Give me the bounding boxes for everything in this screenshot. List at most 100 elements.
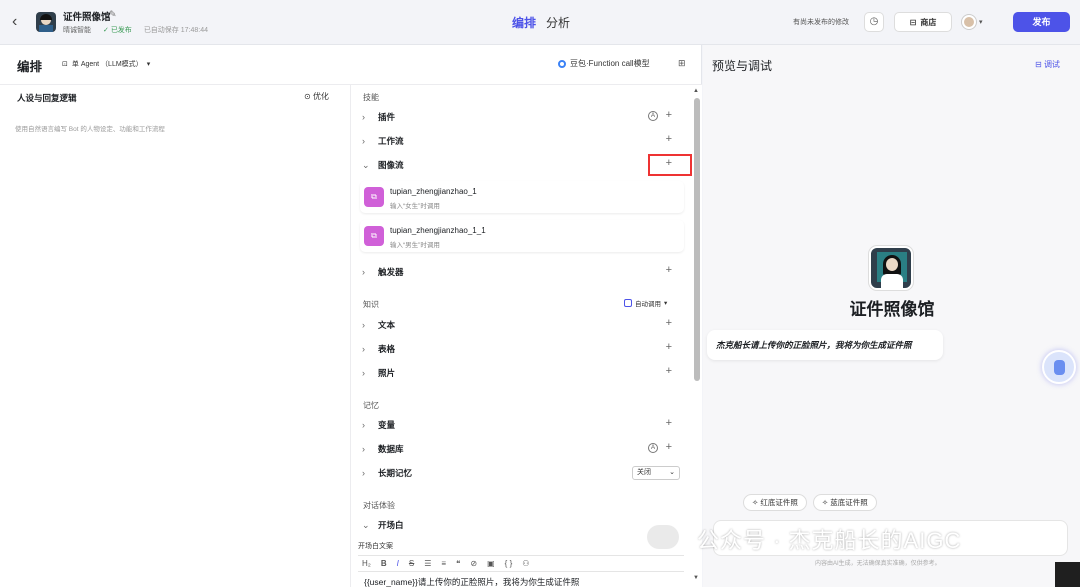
card-name: tupian_zhengjianzhao_1 [390,187,477,196]
floating-assistant-button[interactable] [1042,350,1076,384]
optimize-button[interactable]: ⊙ 优化 [304,91,329,102]
scroll-up-icon[interactable]: ▲ [693,88,699,94]
chevron-down-icon: ⌄ [669,469,675,476]
workflow-row[interactable]: › 工作流 + [362,132,684,150]
bot-avatar-large [869,246,913,290]
unpublished-note: 有尚未发布的修改 [793,19,849,26]
bot-avatar [36,12,56,32]
imageflow-card[interactable]: ⧉ tupian_zhengjianzhao_1 输入“女生”时调用 [360,181,684,213]
bot-title: 证件照像馆 [63,12,111,23]
editor-panel: 编排 ⊡ 单 Agent （LLM模式） ▾ 豆包·Function call模型 … [0,45,702,587]
persona-title: 人设与回复逻辑 [17,93,77,103]
database-row[interactable]: › 数据库 A + [362,440,684,458]
auto-icon[interactable]: A [648,443,658,453]
chevron-down-icon: ⌄ [362,159,370,170]
table-row[interactable]: › 表格 + [362,340,684,358]
chevron-down-icon: ▾ [146,61,151,68]
section-dialog: 对话体验 [363,501,395,510]
user-menu[interactable]: ▾ [962,12,990,32]
model-icon [558,59,566,68]
agent-mode-select[interactable]: ⊡ 单 Agent （LLM模式） ▾ [62,59,150,69]
card-desc: 输入“男生”时调用 [390,242,440,249]
scroll-down-icon[interactable]: ▼ [693,575,699,581]
trigger-row[interactable]: › 触发器 + [362,263,684,281]
add-table-button[interactable]: + [666,341,672,353]
text-row[interactable]: › 文本 + [362,316,684,334]
bot-meta: 晴诚智能 ✓ 已发布 已自动保存 17:48:44 [63,25,208,35]
add-variable-button[interactable]: + [666,417,672,429]
assistant-icon [1054,360,1065,375]
chevron-down-icon: ▾ [979,19,983,26]
history-button[interactable]: ◷ [864,12,884,32]
watermark-text: 公众号 · 杰克船长的AIGC [697,528,962,553]
scrollbar-thumb[interactable] [694,98,700,381]
tab-arrange[interactable]: 编排 [512,14,536,31]
chevron-down-icon: ▾ [664,300,668,307]
add-photo-button[interactable]: + [666,365,672,377]
watermark-overlay: 公众号 · 杰克船长的AIGC [647,523,1005,563]
wechat-icon [647,525,679,549]
publish-button[interactable]: 发布 [1013,12,1070,32]
card-desc: 输入“女生”时调用 [390,203,440,210]
add-workflow-button[interactable]: + [666,133,672,145]
auto-icon[interactable]: A [648,111,658,121]
opener-row[interactable]: ⌄ 开场白 [362,516,684,534]
section-skills: 技能 [363,93,379,102]
suggestion-chip[interactable]: ✧ 蓝底证件照 [812,494,877,511]
heading-icon[interactable]: H₂ [362,559,371,568]
auto-call-select[interactable]: 自动调用 ▾ [624,298,667,308]
chevron-down-icon: ⌄ [362,519,370,530]
chevron-right-icon: › [362,420,365,430]
clock-icon: ◷ [869,16,879,27]
image-icon[interactable]: ▣ [487,559,495,568]
add-plugin-button[interactable]: + [666,109,672,121]
model-select[interactable]: 豆包·Function call模型 [558,58,650,69]
persona-input[interactable]: 使用自然语言编写 Bot 的人物设定、功能和工作流程 [15,123,165,133]
debug-button[interactable]: ⊟ 调试 [1035,59,1060,70]
store-button[interactable]: ⊟ 商店 [894,12,952,32]
auto-call-icon [624,299,632,307]
long-memory-select[interactable]: 关闭 ⌄ [632,466,680,480]
italic-icon[interactable]: I [397,559,399,568]
code-icon[interactable]: { } [505,559,513,568]
skills-section: 技能 › 插件 A + › 工作流 + ⌄ 图像流 + ⧉ tupian_zhengjianz… [352,85,692,587]
add-trigger-button[interactable]: + [666,264,672,276]
editor-title: 编排 [17,60,43,74]
add-database-button[interactable]: + [666,441,672,453]
corner-block [1055,562,1080,587]
photo-row[interactable]: › 照片 + [362,364,684,382]
autosave-time: 已自动保存 17:48:44 [143,27,209,34]
chevron-right-icon: › [362,320,365,330]
bot-name: 证件照像馆 [849,300,935,319]
plugins-row[interactable]: › 插件 A + [362,108,684,126]
add-text-button[interactable]: + [666,317,672,329]
section-knowledge: 知识 [363,300,379,309]
edit-icon[interactable]: ✎ [109,9,117,20]
chevron-right-icon: › [362,267,365,277]
numbered-list-icon[interactable]: ≡ [441,559,446,568]
link-icon[interactable]: ⊘ [470,559,477,568]
section-memory: 记忆 [363,401,379,410]
top-bar: ‹ 证件照像馆 ✎ 晴诚智能 ✓ 已发布 已自动保存 17:48:44 编排 分… [0,0,1080,45]
main-tabs: 编排 分析 [512,14,570,31]
back-arrow-icon[interactable]: ‹ [12,14,26,30]
publish-status: ✓ 已发布 [103,27,132,34]
bold-icon[interactable]: B [381,559,387,568]
strikethrough-icon[interactable]: S [409,559,414,568]
imageflow-card[interactable]: ⧉ tupian_zhengjianzhao_1_1 输入“男生”时调用 [360,220,684,252]
avatar [962,15,976,29]
user-icon[interactable]: ⚇ [522,559,529,568]
quote-icon[interactable]: ❝ [456,559,460,568]
bullet-list-icon[interactable]: ☰ [424,559,431,568]
variable-row[interactable]: › 变量 + [362,416,684,434]
tab-analysis[interactable]: 分析 [546,14,570,31]
opener-text[interactable]: {{user_name}}请上传你的正脸照片，我将为你生成证件照 [364,576,579,587]
chevron-right-icon: › [362,468,365,478]
format-toolbar: H₂ B I S ☰ ≡ ❝ ⊘ ▣ { } ⚇ [358,555,684,572]
suggestion-chip[interactable]: ✧ 红底证件照 [743,494,807,511]
imageflow-row[interactable]: ⌄ 图像流 + [362,156,684,174]
grid-icon[interactable]: ⊞ [678,58,686,69]
suggestion-chips: ✧ 红底证件照 ✧ 蓝底证件照 [743,494,877,511]
opener-text-label: 开场白文案 [358,543,393,550]
agent-icon: ⊡ [62,61,68,68]
